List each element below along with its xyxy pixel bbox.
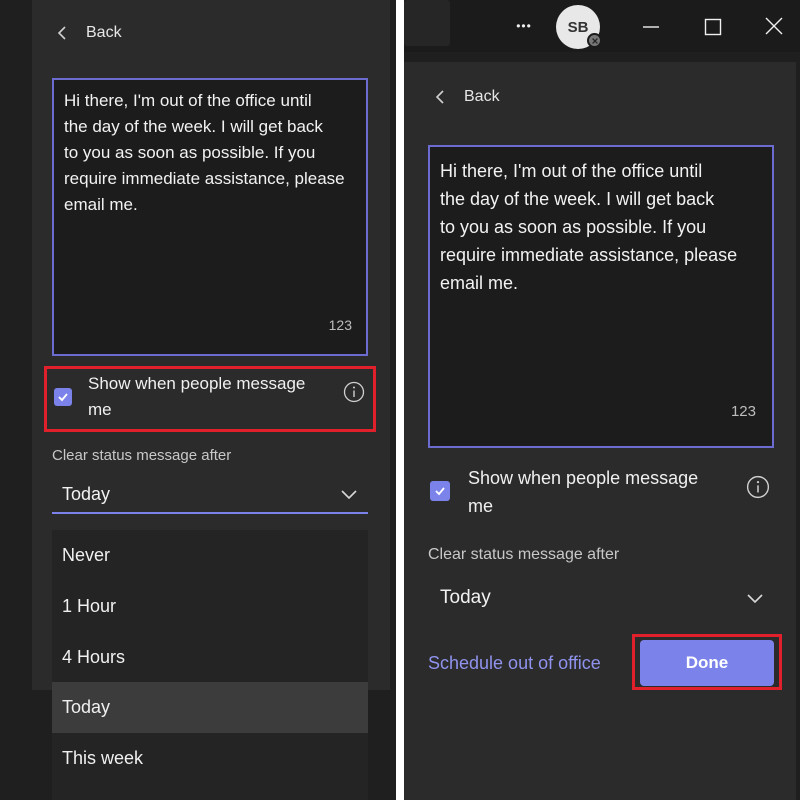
chevron-left-icon [57, 26, 66, 40]
checkmark-icon [435, 487, 445, 496]
option-1-hour[interactable]: 1 Hour [52, 581, 368, 632]
status-message-text: Hi there, I'm out of the office until th… [64, 91, 345, 214]
character-counter: 123 [730, 403, 756, 420]
select-value: Today [62, 483, 111, 504]
chevron-down-icon [747, 594, 763, 604]
left-panel: Back Hi there, I'm out of the office unt… [0, 0, 396, 800]
minimize-icon[interactable] [642, 18, 660, 36]
option-4-hours[interactable]: 4 Hours [52, 632, 368, 683]
option-never[interactable]: Never [52, 530, 368, 581]
chevron-down-icon [341, 490, 357, 500]
chevron-left-icon [435, 90, 444, 104]
clear-status-label: Clear status message after [52, 447, 232, 464]
status-message-input[interactable]: Hi there, I'm out of the office until th… [52, 78, 368, 356]
avatar-initials: SB [567, 18, 589, 36]
title-bar: ••• SB [404, 0, 800, 52]
maximize-icon[interactable] [704, 18, 722, 36]
back-label: Back [464, 88, 500, 105]
presence-status-icon [587, 33, 602, 48]
info-icon[interactable] [343, 381, 365, 403]
checkmark-icon [58, 393, 68, 402]
info-icon[interactable] [746, 475, 770, 499]
status-message-text: Hi there, I'm out of the office until th… [440, 161, 738, 293]
show-when-checkbox[interactable] [54, 388, 72, 406]
option-today[interactable]: Today [52, 682, 368, 733]
clear-after-select[interactable]: Today [52, 476, 368, 514]
done-button[interactable]: Done [640, 640, 774, 686]
clear-after-select[interactable]: Today [428, 580, 774, 616]
schedule-out-of-office-link[interactable]: Schedule out of office [428, 653, 601, 674]
select-value: Today [440, 587, 491, 608]
title-bar-tab [404, 0, 450, 46]
clear-status-label: Clear status message after [428, 546, 620, 563]
more-options-icon[interactable]: ••• [508, 12, 540, 40]
character-counter: 123 [328, 317, 352, 333]
option-this-week[interactable]: This week [52, 733, 368, 784]
back-button[interactable]: Back [56, 24, 122, 42]
back-button[interactable]: Back [434, 88, 500, 106]
close-icon[interactable] [765, 17, 783, 35]
show-when-label: Show when people message me [88, 374, 306, 419]
clear-after-dropdown: Never 1 Hour 4 Hours Today This week [52, 530, 368, 800]
right-panel: ••• SB Back Hi there, I'm out of the off… [404, 0, 800, 800]
back-label: Back [86, 24, 122, 41]
show-when-label: Show when people message me [468, 468, 699, 516]
show-when-checkbox[interactable] [430, 481, 450, 501]
status-message-input[interactable]: Hi there, I'm out of the office until th… [428, 145, 774, 448]
